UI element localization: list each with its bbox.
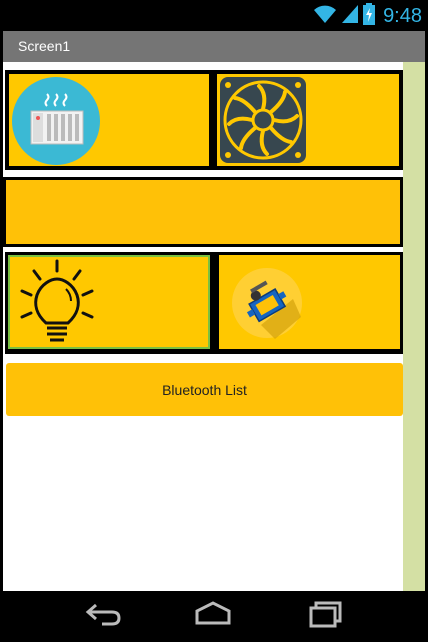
empty-button[interactable] <box>6 180 400 244</box>
bluetooth-list-button[interactable]: Bluetooth List <box>6 363 403 416</box>
battery-icon <box>363 3 376 30</box>
title-bar: Screen1 <box>3 31 425 62</box>
light-button[interactable] <box>8 255 210 349</box>
wifi-icon <box>313 4 337 29</box>
status-bar: 9:48 <box>0 0 428 31</box>
heater-button[interactable] <box>9 74 209 166</box>
button-row-2 <box>3 177 403 247</box>
servo-button[interactable] <box>219 255 400 349</box>
clock-time: 9:48 <box>383 5 422 27</box>
screen-title: Screen1 <box>18 38 71 54</box>
back-icon[interactable] <box>84 599 124 634</box>
button-row-3 <box>5 252 403 354</box>
button-row-1 <box>5 70 403 170</box>
fan-button[interactable] <box>217 74 399 166</box>
bulb-icon <box>20 259 94 342</box>
recents-icon[interactable] <box>306 599 346 634</box>
fan-icon <box>220 77 306 163</box>
heater-icon <box>12 77 100 165</box>
scrollbar[interactable] <box>403 62 425 591</box>
navigation-bar <box>0 591 428 642</box>
bluetooth-list-label: Bluetooth List <box>162 381 247 398</box>
home-icon[interactable] <box>193 599 233 634</box>
screen-content: Bluetooth List <box>3 62 425 591</box>
servo-icon <box>232 268 302 339</box>
signal-icon <box>341 4 359 29</box>
